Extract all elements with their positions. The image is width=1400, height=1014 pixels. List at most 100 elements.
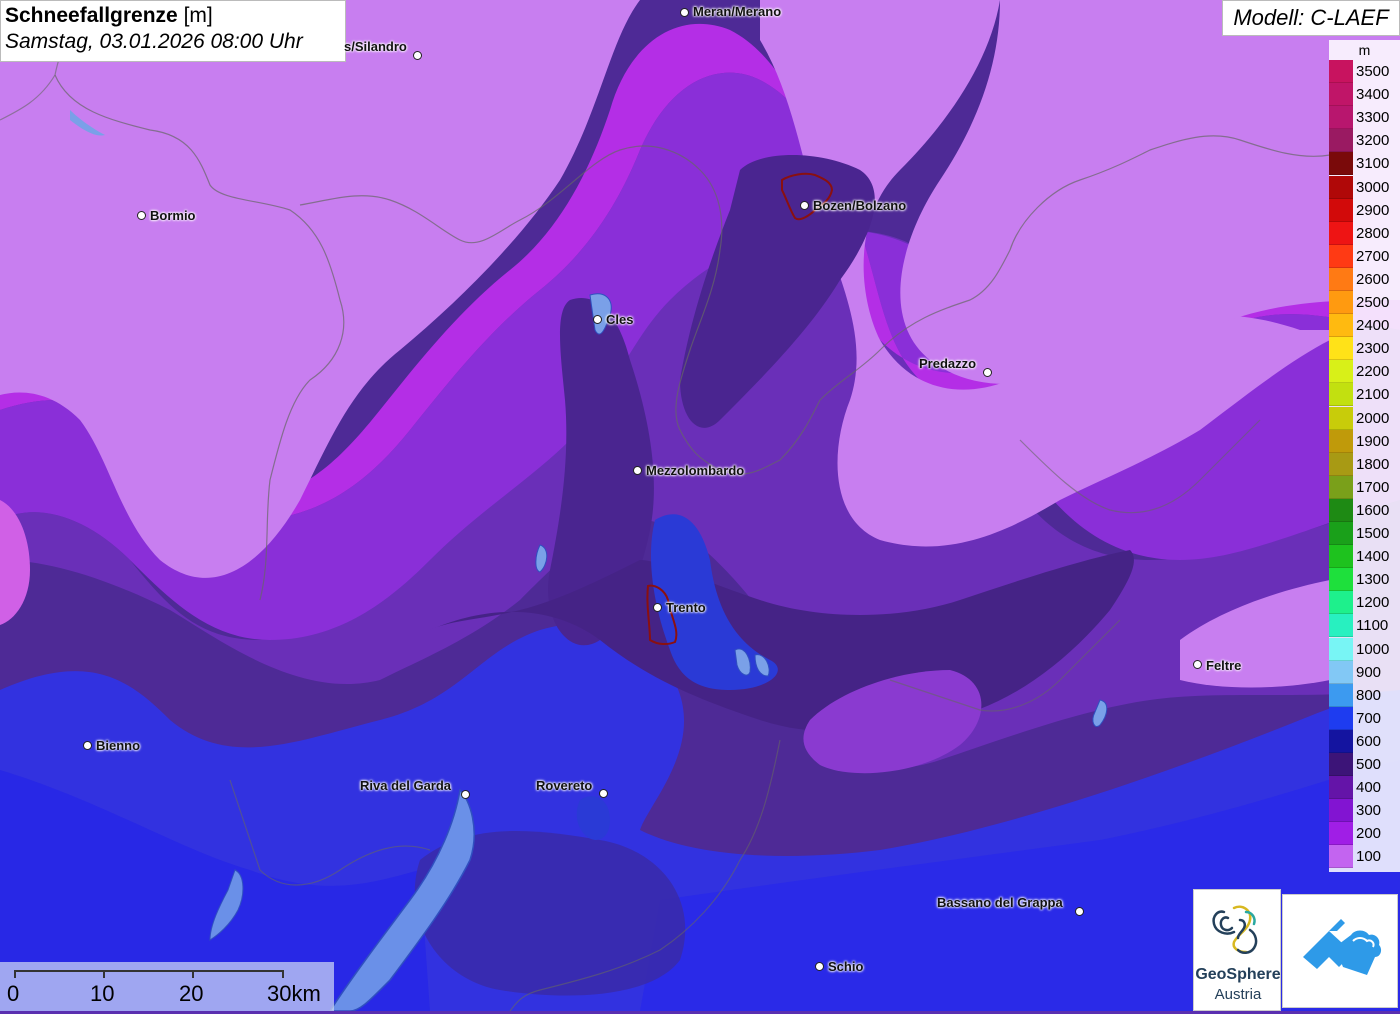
scale-bar: 0 10 20 30km — [0, 962, 334, 1011]
weather-app-icon — [1303, 919, 1382, 975]
city-label[interactable]: Riva del Garda — [360, 778, 451, 793]
city-dot[interactable] — [413, 51, 422, 60]
legend-entry: 2200 — [1329, 360, 1400, 384]
city-label[interactable]: Trento — [666, 600, 706, 615]
city-label[interactable]: Meran/Merano — [693, 4, 781, 19]
legend-entry: 300 — [1329, 799, 1400, 823]
legend-entry: 2800 — [1329, 221, 1400, 245]
city-dot[interactable] — [983, 368, 992, 377]
city-label[interactable]: Mezzolombardo — [646, 463, 744, 478]
legend-swatch — [1329, 591, 1353, 615]
city-dot[interactable] — [633, 466, 642, 475]
legend-swatch — [1329, 221, 1353, 245]
legend-entry: 200 — [1329, 822, 1400, 846]
legend-entry: 1100 — [1329, 614, 1400, 638]
city-label[interactable]: Bienno — [96, 738, 140, 753]
scale-tick — [14, 970, 16, 978]
legend-swatch — [1329, 452, 1353, 476]
legend-label: 100 — [1356, 848, 1382, 866]
scale-label: 10 — [90, 981, 115, 1006]
legend-label: 3400 — [1356, 86, 1390, 104]
legend-label: 1900 — [1356, 432, 1390, 450]
scale-label: 0 — [7, 981, 20, 1006]
city-label[interactable]: Cles — [606, 312, 633, 327]
geosphere-logo[interactable]: GeoSphere Austria — [1193, 889, 1281, 1011]
legend-label: 1200 — [1356, 594, 1390, 612]
city-dot[interactable] — [1075, 907, 1084, 916]
city-label[interactable]: Schio — [828, 959, 863, 974]
title-main: Schneefallgrenze — [5, 4, 178, 27]
legend-swatch — [1329, 498, 1353, 522]
legend-entry: 1300 — [1329, 568, 1400, 592]
legend-entry: 600 — [1329, 729, 1400, 753]
weather-warning-logo[interactable] — [1282, 894, 1398, 1008]
legend-label: 1600 — [1356, 501, 1390, 519]
legend-label: 1700 — [1356, 478, 1390, 496]
legend-label: 300 — [1356, 802, 1382, 820]
legend-swatch — [1329, 845, 1353, 869]
city-label[interactable]: Feltre — [1206, 658, 1241, 673]
city-label[interactable]: Bassano del Grappa — [937, 895, 1063, 910]
legend-swatch — [1329, 244, 1353, 268]
city-dot[interactable] — [815, 962, 824, 971]
legend-swatch — [1329, 106, 1353, 130]
legend-label: 3500 — [1356, 63, 1390, 80]
legend-entry: 900 — [1329, 660, 1400, 684]
city-dot[interactable] — [461, 790, 470, 799]
city-label[interactable]: Predazzo — [919, 356, 976, 371]
city-dot[interactable] — [83, 741, 92, 750]
legend-label: 2300 — [1356, 340, 1390, 358]
city-dot[interactable] — [137, 211, 146, 220]
legend-entry: 2300 — [1329, 337, 1400, 361]
legend-entry: 2700 — [1329, 244, 1400, 268]
city-dot[interactable] — [593, 315, 602, 324]
city-dot[interactable] — [653, 603, 662, 612]
city-label[interactable]: Bormio — [150, 208, 196, 223]
scale-label: 20 — [179, 981, 204, 1006]
city-label[interactable]: Bozen/Bolzano — [813, 198, 906, 213]
legend-swatch — [1329, 291, 1353, 314]
legend-swatch — [1329, 614, 1353, 638]
legend-entry: 3000 — [1329, 175, 1400, 199]
legend-entry: 2100 — [1329, 383, 1400, 407]
legend-entry: 3500 — [1329, 60, 1400, 83]
legend-label: 3200 — [1356, 132, 1390, 150]
legend-label: 3000 — [1356, 178, 1390, 196]
legend-entry: 1600 — [1329, 498, 1400, 522]
legend-entry: 400 — [1329, 776, 1400, 800]
geosphere-logo-name: GeoSphere — [1195, 966, 1281, 983]
legend-swatch — [1329, 753, 1353, 776]
city-label[interactable]: Rovereto — [536, 778, 592, 793]
legend-swatch — [1329, 198, 1353, 222]
legend-swatch — [1329, 152, 1353, 176]
city-dot[interactable] — [680, 8, 689, 17]
legend-label: 500 — [1356, 756, 1382, 773]
legend-entry: 2000 — [1329, 406, 1400, 430]
city-dot[interactable] — [800, 201, 809, 210]
legend-label: 1000 — [1356, 640, 1390, 658]
legend-entry: 2400 — [1329, 314, 1400, 338]
legend-label: 2900 — [1356, 201, 1390, 219]
legend-label: 2000 — [1356, 409, 1390, 427]
legend-swatch — [1329, 129, 1353, 153]
legend-swatch — [1329, 175, 1353, 199]
legend-swatch — [1329, 568, 1353, 592]
legend-swatch — [1329, 545, 1353, 569]
legend-label: 700 — [1356, 709, 1382, 727]
city-dot[interactable] — [1193, 660, 1202, 669]
model-label: Modell: C-LAEF — [1222, 0, 1400, 36]
legend-swatch — [1329, 822, 1353, 846]
legend-swatch — [1329, 406, 1353, 430]
legend-entry: 3300 — [1329, 106, 1400, 130]
legend-swatch — [1329, 337, 1353, 361]
legend-label: 200 — [1356, 825, 1382, 843]
snowfall-map — [0, 0, 1400, 1011]
scale-label: 30km — [267, 981, 321, 1006]
legend-label: 1100 — [1356, 617, 1389, 635]
city-dot[interactable] — [599, 789, 608, 798]
city-label[interactable]: s/Silandro — [344, 39, 407, 54]
legend-entry: 3200 — [1329, 129, 1400, 153]
legend-swatch — [1329, 267, 1353, 291]
legend-entry: 3400 — [1329, 83, 1400, 107]
legend-label: 1800 — [1356, 455, 1390, 473]
